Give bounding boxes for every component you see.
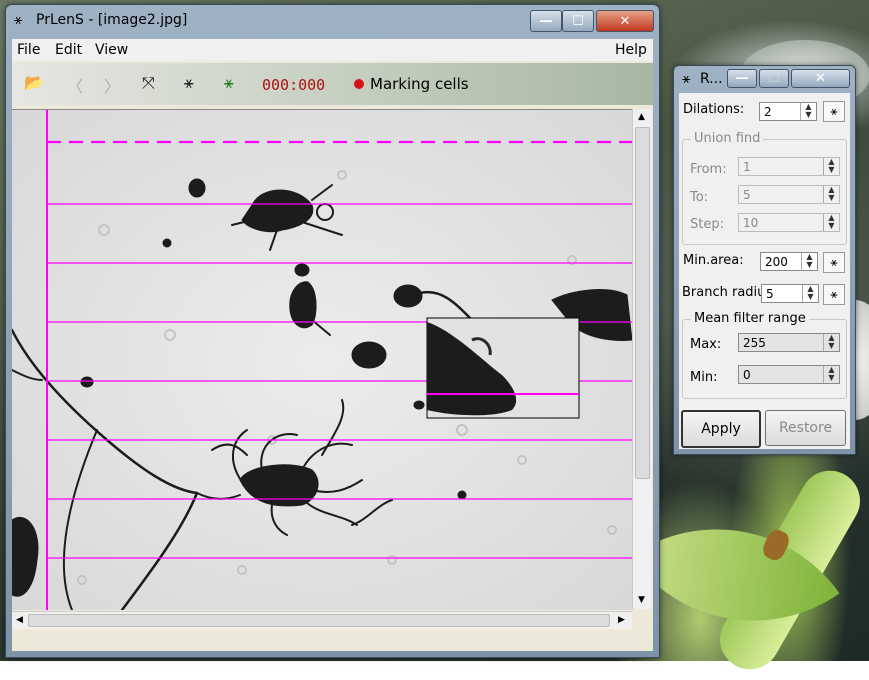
min-area-value: 200 [765, 255, 788, 269]
open-folder-icon[interactable]: 📂 [24, 73, 44, 92]
scroll-left-icon[interactable]: ◀ [16, 615, 23, 625]
status-bar [12, 631, 653, 651]
min-label: Min: [690, 370, 718, 385]
min-area-preview-icon[interactable]: ⚹ [823, 252, 845, 273]
dilations-field[interactable]: 2 ▲ ▼ [759, 102, 817, 121]
main-window: ⚹ PrLenS - [image2.jpg] — ☐ ✕ File Edit … [5, 4, 660, 658]
to-field[interactable]: 5 ▲ ▼ [738, 185, 840, 204]
from-label: From: [690, 162, 727, 177]
min-value: 0 [743, 368, 751, 382]
dialog-close-button[interactable]: ✕ [791, 69, 850, 88]
status-dot [354, 79, 364, 89]
dialog-maximize-button[interactable]: ☐ [759, 69, 789, 88]
branch-radius-label: Branch radiu [682, 285, 766, 300]
dialog-titlebar[interactable]: ⚹ R... — ☐ ✕ [674, 66, 855, 92]
expand-cells-icon[interactable]: ⤧ [142, 73, 155, 93]
mark-cell-icon[interactable]: ⚹ [224, 73, 234, 93]
max-label: Max: [690, 337, 722, 352]
menu-bar: File Edit View Help [12, 39, 653, 61]
max-value: 255 [743, 336, 766, 350]
cell-icon[interactable]: ⚹ [184, 73, 194, 93]
dialog-title: R... [700, 71, 723, 87]
previous-icon[interactable]: 〈 [67, 73, 83, 97]
menu-edit[interactable]: Edit [55, 42, 82, 58]
mean-filter-group: Mean filter range [682, 311, 847, 399]
from-spin-icon[interactable]: ▲ ▼ [823, 158, 839, 175]
branch-radius-spin-icon[interactable]: ▲ ▼ [802, 285, 818, 302]
image-canvas[interactable] [12, 109, 632, 610]
cell-counter: 000:000 [262, 76, 326, 94]
min-area-label: Min.area: [683, 253, 744, 268]
dilations-spin-icon[interactable]: ▲ ▼ [800, 103, 816, 120]
to-label: To: [690, 190, 709, 205]
main-client-area: File Edit View Help 📂 〈 〉 ⤧ ⚹ ⚹ 000:000 … [12, 39, 653, 651]
vertical-scrollbar[interactable]: ▲ ▼ [632, 109, 652, 609]
magnifier-inset [426, 317, 580, 419]
next-icon[interactable]: 〉 [104, 73, 120, 97]
branch-radius-field[interactable]: 5 ▲ ▼ [761, 284, 819, 303]
scroll-right-icon[interactable]: ▶ [618, 615, 625, 625]
restore-button[interactable]: Restore [765, 410, 846, 446]
app-logo-icon: ⚹ [14, 12, 23, 28]
menu-file[interactable]: File [17, 42, 40, 58]
mean-filter-label: Mean filter range [691, 311, 809, 326]
dilations-preview-icon[interactable]: ⚹ [823, 101, 845, 122]
toolbar: 📂 〈 〉 ⤧ ⚹ ⚹ 000:000 Marking cells [12, 63, 653, 105]
apply-button[interactable]: Apply [681, 410, 761, 448]
menu-view[interactable]: View [95, 42, 128, 58]
close-button[interactable]: ✕ [596, 10, 654, 32]
horizontal-scrollbar[interactable]: ◀ ▶ [12, 611, 632, 629]
status-text: Marking cells [370, 75, 469, 93]
branch-radius-value: 5 [766, 287, 774, 301]
step-label: Step: [690, 217, 724, 232]
scroll-up-icon[interactable]: ▲ [638, 112, 645, 122]
from-field[interactable]: 1 ▲ ▼ [738, 157, 840, 176]
micrograph-image [12, 110, 632, 610]
min-spin-icon[interactable]: ▲ ▼ [823, 366, 839, 383]
min-area-spin-icon[interactable]: ▲ ▼ [801, 253, 817, 270]
to-value: 5 [743, 188, 751, 202]
step-value: 10 [743, 216, 759, 230]
vertical-scroll-thumb[interactable] [635, 127, 650, 479]
menu-help[interactable]: Help [615, 42, 647, 58]
minimize-button[interactable]: — [530, 10, 562, 32]
union-find-label: Union find [691, 131, 764, 146]
parameters-dialog: ⚹ R... — ☐ ✕ Dilations: 2 ▲ ▼ ⚹ Union fin… [673, 65, 856, 455]
step-spin-icon[interactable]: ▲ ▼ [823, 214, 839, 231]
maximize-button[interactable]: ☐ [562, 10, 594, 32]
scroll-down-icon[interactable]: ▼ [638, 595, 645, 605]
dilations-value: 2 [764, 105, 772, 119]
from-value: 1 [743, 160, 751, 174]
horizontal-scroll-thumb[interactable] [28, 614, 610, 627]
dialog-minimize-button[interactable]: — [727, 69, 757, 88]
branch-radius-preview-icon[interactable]: ⚹ [823, 284, 845, 305]
dialog-logo-icon: ⚹ [682, 71, 691, 87]
min-area-field[interactable]: 200 ▲ ▼ [760, 252, 818, 271]
dialog-client-area: Dilations: 2 ▲ ▼ ⚹ Union find From: 1 ▲ ▼ … [679, 93, 850, 449]
dilations-label: Dilations: [683, 102, 745, 117]
main-titlebar[interactable]: ⚹ PrLenS - [image2.jpg] — ☐ ✕ [6, 5, 659, 35]
max-spin-icon[interactable]: ▲ ▼ [823, 334, 839, 351]
max-field[interactable]: 255 ▲ ▼ [738, 333, 840, 352]
min-field[interactable]: 0 ▲ ▼ [738, 365, 840, 384]
to-spin-icon[interactable]: ▲ ▼ [823, 186, 839, 203]
step-field[interactable]: 10 ▲ ▼ [738, 213, 840, 232]
window-title: PrLenS - [image2.jpg] [36, 12, 188, 28]
